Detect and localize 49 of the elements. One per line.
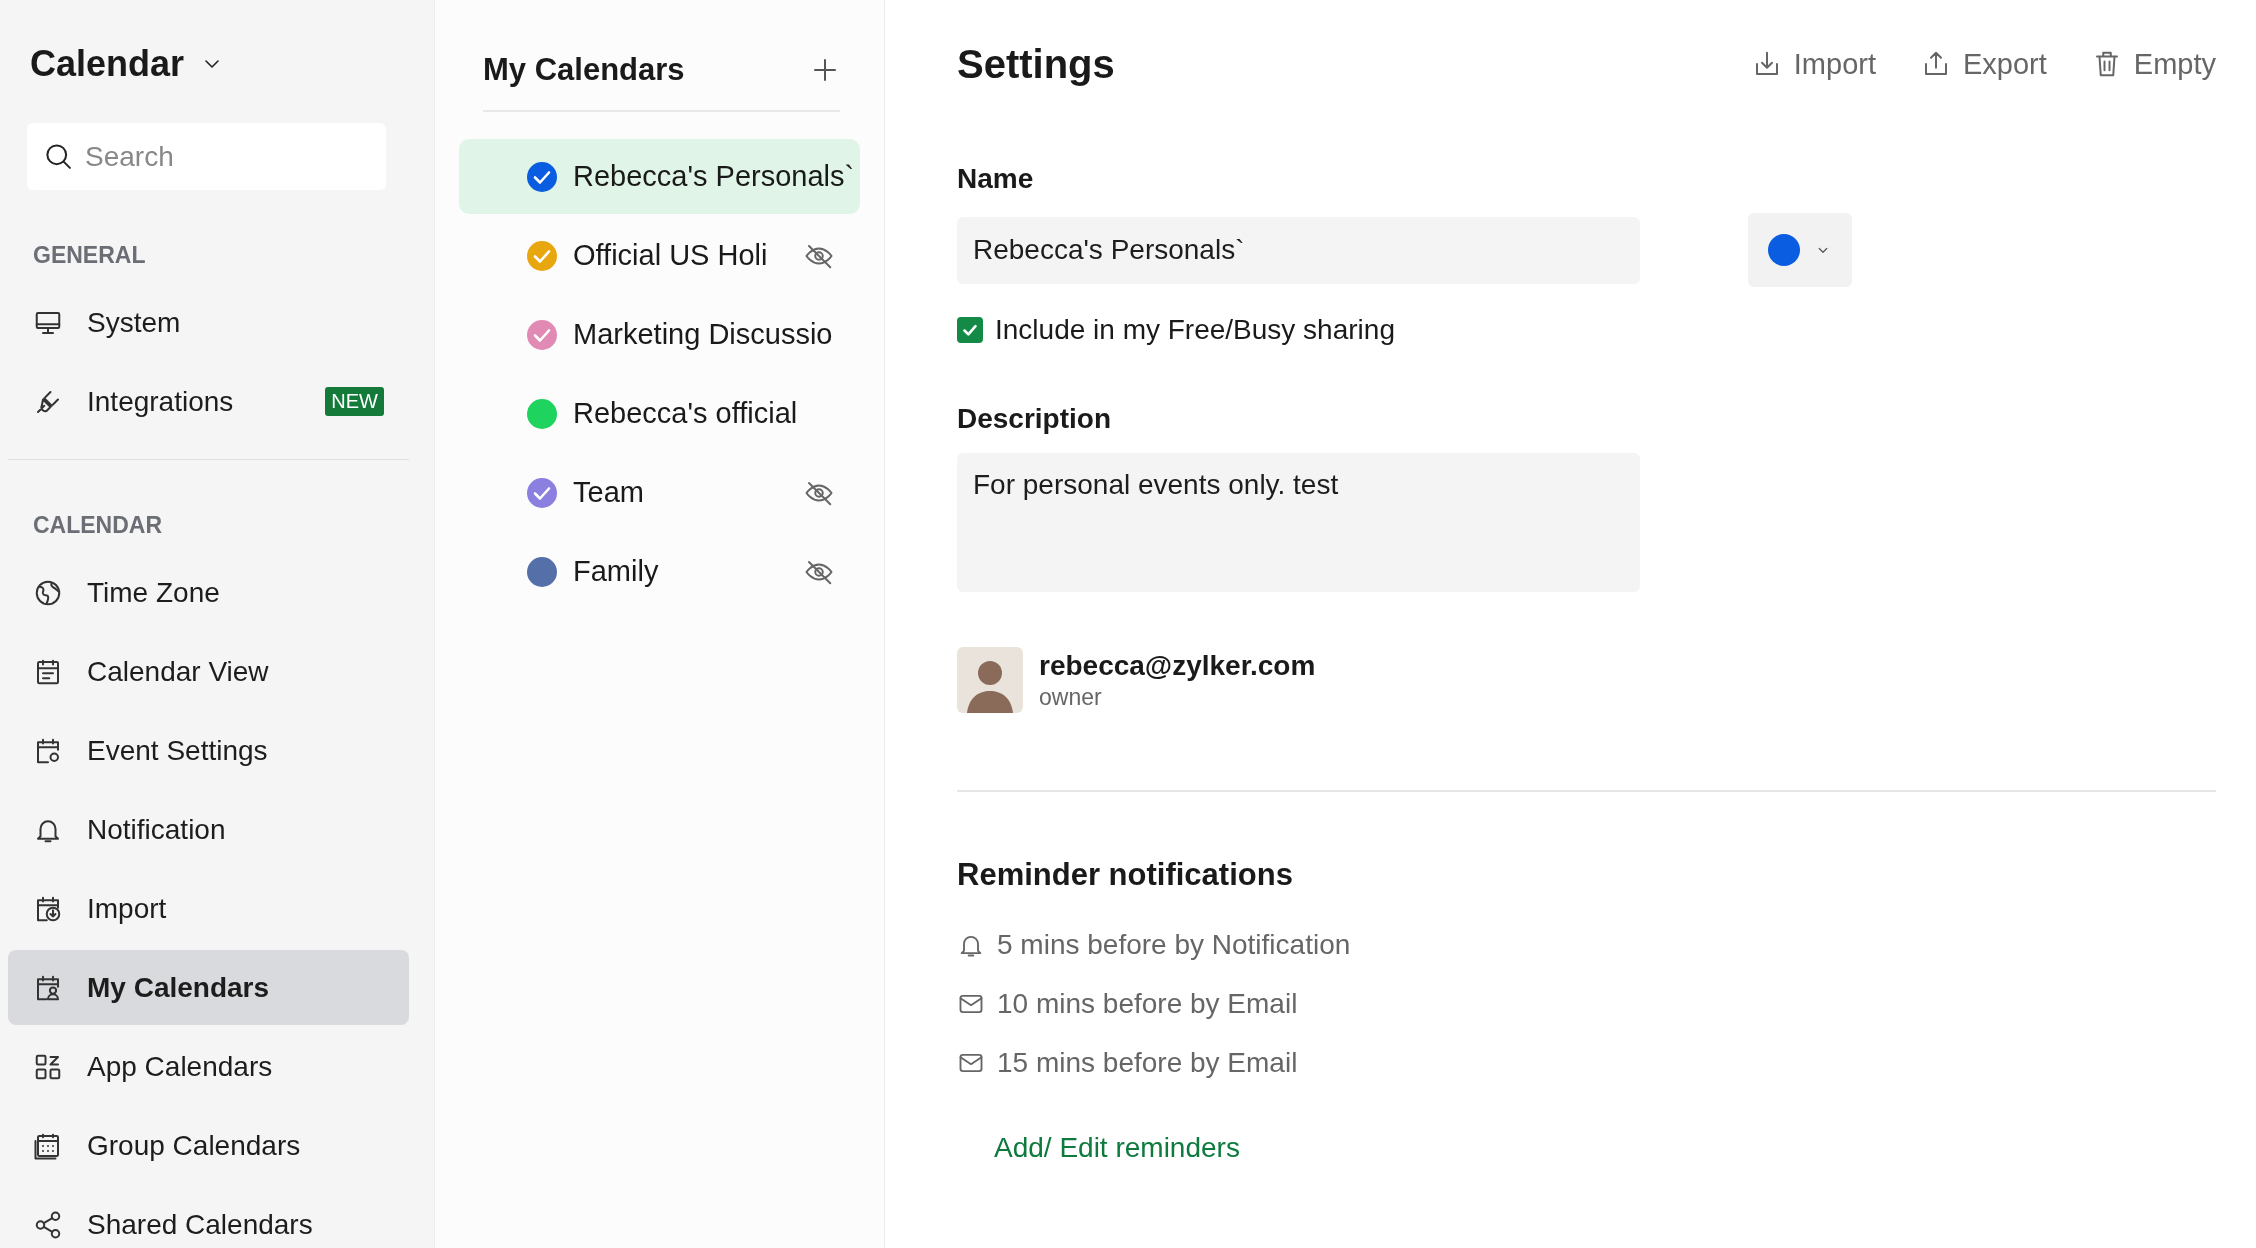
checkbox[interactable] [957,317,983,343]
field-label: Description [957,403,1113,435]
section-heading: GENERAL [32,242,147,269]
page-title: Settings [957,41,1115,87]
field-label: Name [957,163,1035,195]
checked-color-dot[interactable] [527,240,557,271]
nav-item[interactable]: Calendar View [8,634,409,709]
owner-role: owner [1039,683,1103,711]
export-button[interactable]: Export [1921,47,2047,81]
calendar-item[interactable]: Family [459,534,860,609]
nav-item[interactable]: Event Settings [8,713,409,788]
checkbox-label: Include in my Free/Busy sharing [995,314,1395,346]
calendar-item[interactable]: Rebecca's official [459,376,860,451]
calendar-item[interactable]: Official US Holi [459,218,860,293]
color-dot[interactable] [527,556,557,587]
empty-button[interactable]: Empty [2091,47,2216,81]
checked-color-dot[interactable] [527,477,557,508]
nav-item[interactable]: Integrations NEW [8,364,409,439]
new-badge: NEW [325,387,384,416]
nav-item[interactable]: My Calendars [8,950,409,1025]
search-field[interactable]: Search [27,123,386,190]
color-picker[interactable] [1748,213,1852,287]
nav-item[interactable]: Time Zone [8,555,409,630]
nav-item[interactable]: Import [8,871,409,946]
color-dot[interactable] [527,398,557,429]
owner-email: rebecca@zylker.com [1039,649,1316,682]
description-input[interactable]: For personal events only. test [957,453,1640,592]
reminder-text: 10 mins before by Email [997,987,1298,1020]
import-button[interactable]: Import [1751,47,1876,81]
nav-item[interactable]: App Calendars [8,1029,409,1104]
calendar-item[interactable]: Team [459,455,860,530]
add-edit-reminders-link[interactable]: Add/ Edit reminders [994,1132,1240,1164]
app-title: Calendar [30,43,185,85]
nav-item[interactable]: System [8,285,409,360]
calendar-item[interactable]: Rebecca's Personals` [459,139,860,214]
nav-item[interactable]: Notification [8,792,409,867]
reminder-text: 5 mins before by Notification [997,928,1351,961]
nav-item[interactable]: Shared Calendars [8,1187,409,1248]
reminder-text: 15 mins before by Email [997,1046,1298,1079]
panel-title: My Calendars [483,52,685,88]
share-icon [33,1209,63,1240]
avatar-icon [957,647,1023,713]
section-title: Reminder notifications [957,857,1294,893]
name-input[interactable]: Rebecca's Personals` [957,216,1640,284]
checked-color-dot[interactable] [527,319,557,350]
checked-color-dot[interactable] [527,161,557,192]
nav-item[interactable]: Group Calendars [8,1108,409,1183]
section-heading: CALENDAR [32,512,164,539]
calendar-item[interactable]: Marketing Discussio [459,297,860,372]
